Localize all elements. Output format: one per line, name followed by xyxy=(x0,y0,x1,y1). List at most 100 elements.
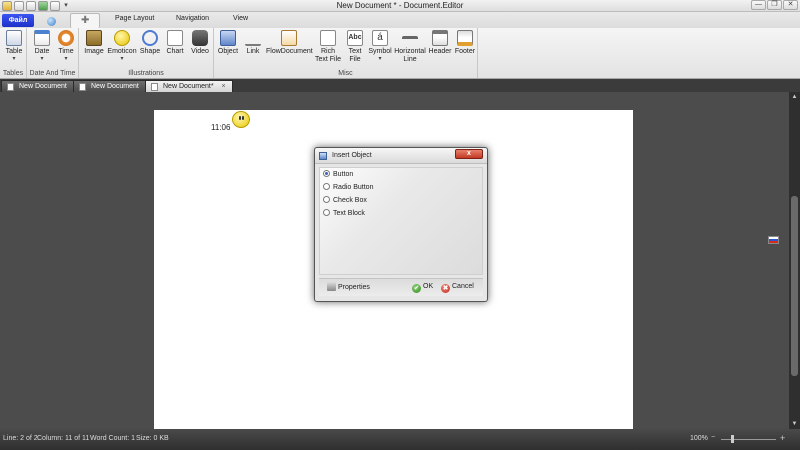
emoticon-button[interactable]: Emoticon ▾ xyxy=(107,30,137,62)
cancel-x-icon: ✖ xyxy=(441,284,450,293)
dialog-body: Button Radio Button Check Box Text Block xyxy=(319,167,483,275)
image-icon xyxy=(86,30,102,46)
checkmark-icon: ✔ xyxy=(412,284,421,293)
title-bar: ▾ New Document * - Document.Editor — ❐ ✕ xyxy=(0,0,800,12)
close-tab-icon[interactable]: × xyxy=(222,83,226,90)
chevron-down-icon: ▾ xyxy=(378,56,382,62)
document-icon xyxy=(79,83,86,91)
restore-button[interactable]: ❐ xyxy=(767,0,782,10)
chart-button[interactable]: Chart xyxy=(163,30,187,56)
minimize-button[interactable]: — xyxy=(751,0,766,10)
time-button[interactable]: Time ▾ xyxy=(54,30,78,62)
option-check-box[interactable]: Check Box xyxy=(323,196,367,205)
flowdocument-label: FlowDocument xyxy=(266,48,313,55)
doc-tab-1[interactable]: New Document xyxy=(1,80,74,92)
group-misc: Object Link FlowDocument Rich Text File … xyxy=(214,28,478,78)
symbol-button[interactable]: á Symbol ▾ xyxy=(368,30,392,62)
inserted-time-text: 11:06 xyxy=(211,123,231,132)
footer-icon xyxy=(457,30,473,46)
scrollbar-thumb[interactable] xyxy=(791,196,798,376)
doc-tab-3-active[interactable]: New Document* × xyxy=(145,80,233,92)
radio-icon[interactable] xyxy=(323,209,330,216)
group-label-misc: Misc xyxy=(338,70,353,77)
dialog-close-button[interactable]: x xyxy=(455,149,483,159)
dialog-footer: Properties ✔ OK ✖ Cancel xyxy=(319,278,483,296)
chart-icon xyxy=(167,30,183,46)
rich-text-file-button[interactable]: Rich Text File xyxy=(314,30,342,64)
document-icon xyxy=(7,83,14,91)
footer-label: Footer xyxy=(454,48,476,55)
flowdocument-icon xyxy=(281,30,297,46)
video-label: Video xyxy=(191,48,209,55)
properties-label: Properties xyxy=(338,284,370,291)
dialog-title-bar[interactable]: Insert Object x xyxy=(315,148,487,164)
option-radio-button[interactable]: Radio Button xyxy=(323,183,373,192)
group-label-tables: Tables xyxy=(2,70,24,77)
text-file-button[interactable]: Abc Text File xyxy=(343,30,367,64)
link-button[interactable]: Link xyxy=(241,30,265,56)
footer-button[interactable]: Footer xyxy=(453,30,477,56)
symbol-icon: á xyxy=(372,30,388,46)
tab-insert[interactable]: ✚ xyxy=(70,13,100,28)
chevron-down-icon: ▾ xyxy=(120,56,124,62)
smiley-eye xyxy=(242,116,244,120)
option-label: Text Block xyxy=(333,210,365,217)
link-label: Link xyxy=(246,48,260,55)
radio-icon[interactable] xyxy=(323,196,330,203)
scroll-up-icon[interactable]: ▲ xyxy=(789,92,800,102)
tab-page-layout[interactable]: Page Layout xyxy=(115,15,154,22)
document-tab-strip: New Document New Document New Document* … xyxy=(0,79,800,92)
language-flag-icon[interactable] xyxy=(768,236,779,244)
doc-tab-2[interactable]: New Document xyxy=(73,80,146,92)
object-button[interactable]: Object xyxy=(216,30,240,56)
zoom-out-button[interactable]: − xyxy=(711,434,715,441)
emoticon-label: Emoticon xyxy=(107,48,137,55)
clock-icon xyxy=(58,30,74,46)
doc-tab-label: New Document* xyxy=(163,83,214,90)
horizontal-line-label: Horizontal Line xyxy=(394,48,426,63)
zoom-slider-track[interactable] xyxy=(721,439,776,440)
dialog-title: Insert Object xyxy=(332,152,372,159)
time-label: Time xyxy=(58,48,74,55)
object-label: Object xyxy=(217,48,239,55)
table-label: Table xyxy=(5,48,23,55)
calendar-icon xyxy=(34,30,50,46)
close-window-button[interactable]: ✕ xyxy=(783,0,798,10)
file-menu-button[interactable]: Файл xyxy=(2,14,34,27)
shape-icon xyxy=(142,30,158,46)
tab-view[interactable]: View xyxy=(233,15,248,22)
tab-navigation[interactable]: Navigation xyxy=(176,15,209,22)
shape-button[interactable]: Shape xyxy=(138,30,162,56)
film-reel-icon xyxy=(192,30,208,46)
option-label: Button xyxy=(333,171,354,178)
status-size: Size: 0 KB xyxy=(136,435,169,442)
cancel-button[interactable]: ✖ Cancel xyxy=(441,282,474,293)
table-button[interactable]: Table ▾ xyxy=(2,30,26,62)
scroll-down-icon[interactable]: ▼ xyxy=(789,419,800,429)
option-label: Radio Button xyxy=(333,184,374,191)
radio-selected-icon[interactable] xyxy=(323,170,330,177)
ok-button[interactable]: ✔ OK xyxy=(412,282,433,293)
shape-label: Shape xyxy=(139,48,161,55)
table-icon xyxy=(6,30,22,46)
video-button[interactable]: Video xyxy=(188,30,212,56)
header-label: Header xyxy=(428,48,452,55)
header-button[interactable]: Header xyxy=(428,30,452,56)
inserted-smiley-icon[interactable] xyxy=(232,111,250,128)
group-illustrations: Image Emoticon ▾ Shape Chart Video Illus… xyxy=(79,28,214,78)
properties-button[interactable]: Properties xyxy=(327,282,370,293)
symbol-label: Symbol xyxy=(368,48,392,55)
image-button[interactable]: Image xyxy=(82,30,106,56)
date-button[interactable]: Date ▾ xyxy=(30,30,54,62)
vertical-scrollbar[interactable]: ▲ ▼ xyxy=(789,92,800,429)
option-button[interactable]: Button xyxy=(323,170,353,179)
tab-home[interactable] xyxy=(36,15,66,28)
option-text-block[interactable]: Text Block xyxy=(323,209,365,218)
status-word-count: Word Count: 1 xyxy=(90,435,136,442)
horizontal-line-button[interactable]: Horizontal Line xyxy=(394,30,426,64)
radio-icon[interactable] xyxy=(323,183,330,190)
flowdocument-button[interactable]: FlowDocument xyxy=(266,30,313,56)
insert-object-dialog: Insert Object x Button Radio Button Chec… xyxy=(314,147,488,302)
zoom-in-button[interactable]: + xyxy=(780,433,785,443)
zoom-slider-thumb[interactable] xyxy=(731,435,734,443)
